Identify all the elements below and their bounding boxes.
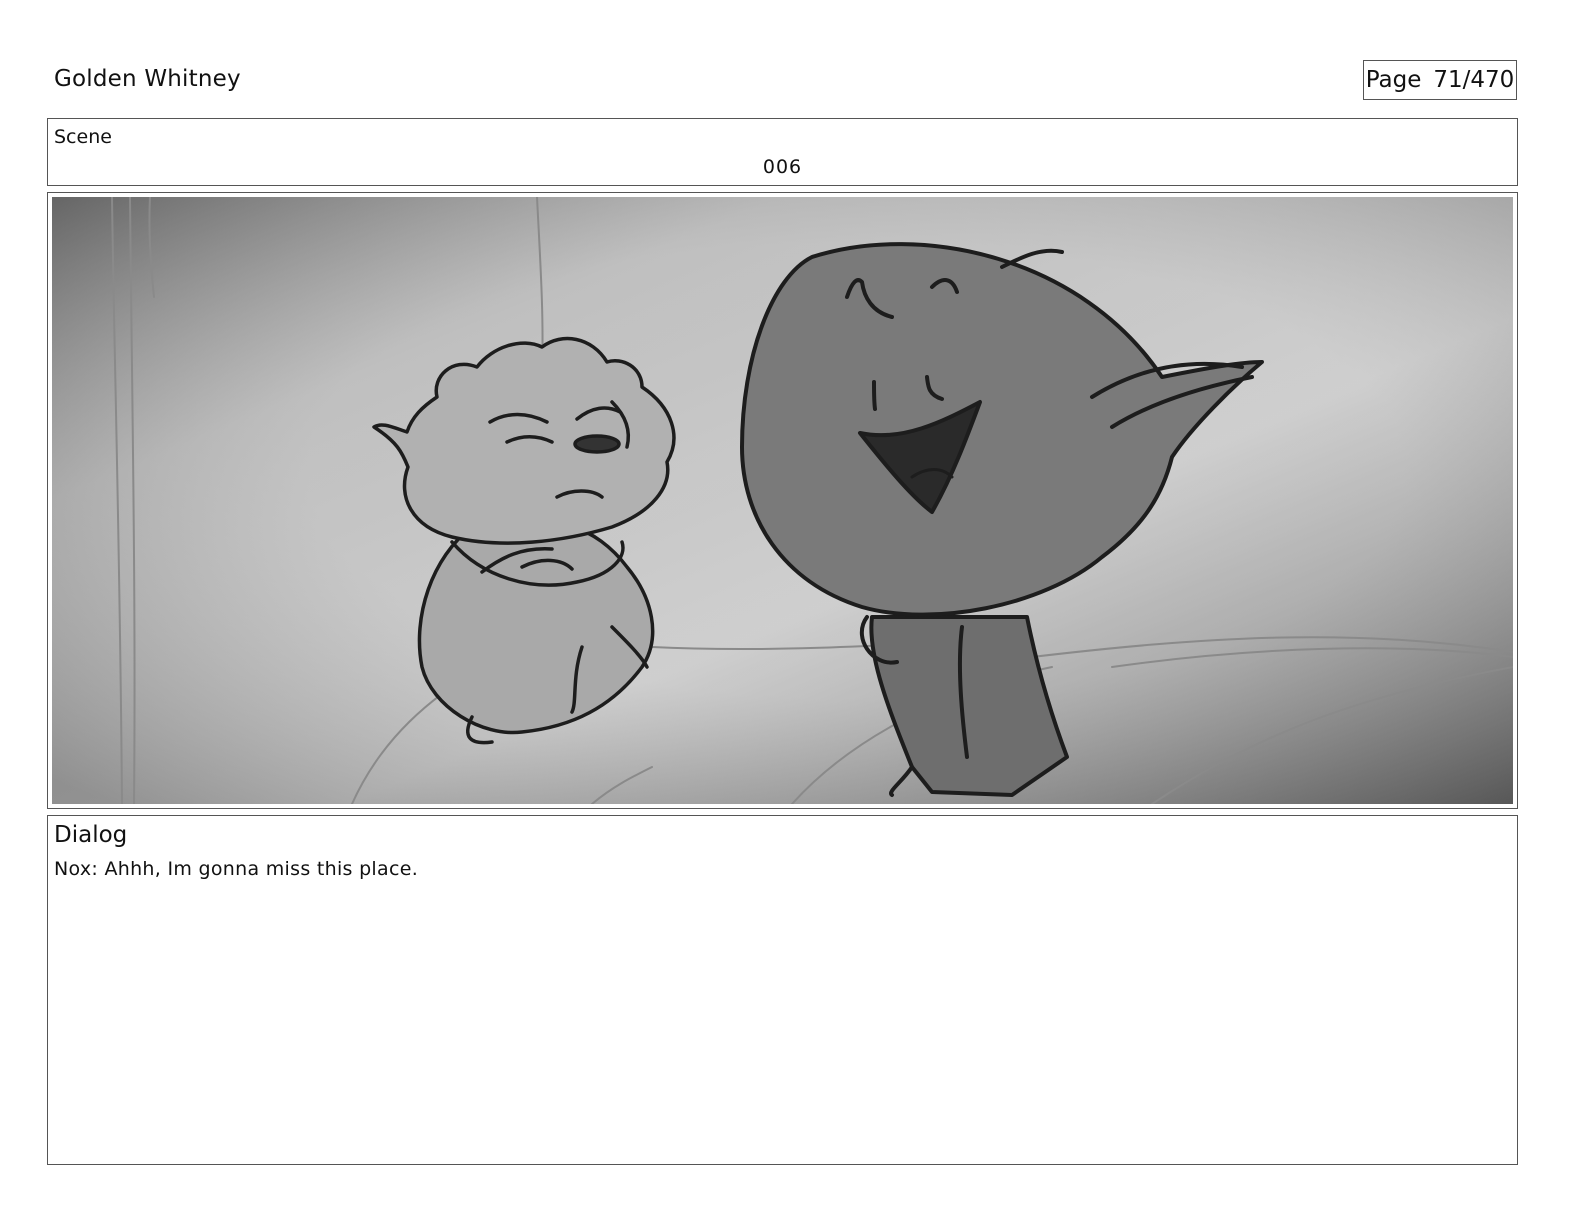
scene-box: Scene 006	[47, 118, 1518, 186]
dialog-label: Dialog	[54, 822, 128, 848]
scene-label: Scene	[54, 126, 112, 148]
storyboard-panel	[47, 192, 1518, 809]
scene-number: 006	[762, 156, 803, 178]
page-label: Page	[1365, 67, 1422, 93]
dialog-box: Dialog Nox: Ahhh, Im gonna miss this pla…	[47, 815, 1518, 1165]
dialog-line: Nox: Ahhh, Im gonna miss this place.	[54, 858, 419, 880]
project-title: Golden Whitney	[54, 66, 241, 92]
page-counter: Page 71/470	[1363, 60, 1517, 100]
storyboard-sketch-image	[52, 197, 1513, 804]
page-number: 71/470	[1433, 67, 1515, 93]
